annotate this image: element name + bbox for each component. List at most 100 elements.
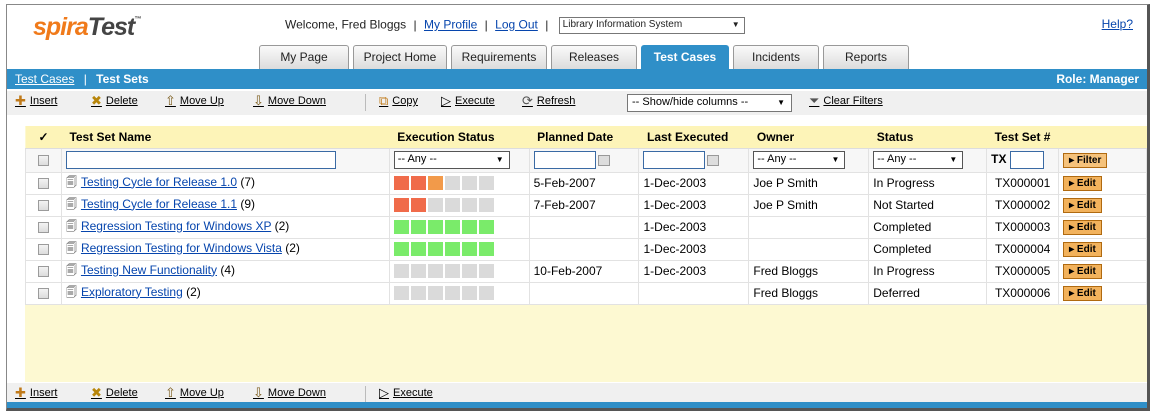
execution-status-segment bbox=[393, 242, 409, 256]
row-checkbox[interactable] bbox=[37, 266, 49, 278]
planned-date-cell bbox=[528, 215, 640, 239]
execution-status-segment bbox=[444, 242, 460, 256]
column-header-test-set-number[interactable]: Test Set # bbox=[986, 126, 1059, 149]
show-hide-columns-select[interactable]: -- Show/hide columns -- ▼ bbox=[627, 94, 792, 112]
test-set-name-link[interactable]: Testing Cycle for Release 1.1 bbox=[81, 197, 237, 211]
play-icon: ▷ bbox=[379, 385, 389, 400]
delete-button-bottom[interactable]: ✖ Delete bbox=[91, 386, 138, 399]
filter-button[interactable]: ▸ Filter bbox=[1063, 153, 1108, 168]
select-all-header[interactable]: ✓ bbox=[25, 126, 62, 149]
table-row[interactable]: 🗐 Testing Cycle for Release 1.0 (7) 5-Feb-… bbox=[25, 171, 1147, 195]
execution-status-segment bbox=[478, 176, 494, 190]
test-set-number-filter[interactable] bbox=[1009, 151, 1044, 169]
execution-status-segment bbox=[444, 264, 460, 278]
move-down-button-bottom[interactable]: ⇩ Move Down bbox=[253, 385, 326, 400]
move-up-button[interactable]: ⇧ Move Up bbox=[165, 94, 224, 107]
row-checkbox[interactable] bbox=[37, 178, 49, 190]
move-up-button-bottom[interactable]: ⇧ Move Up bbox=[165, 385, 224, 400]
funnel-icon: ⏷ bbox=[809, 93, 820, 108]
column-header-planned-date[interactable]: Planned Date bbox=[529, 126, 639, 149]
spiratest-logo[interactable]: spiraTest™ bbox=[33, 13, 141, 42]
delete-button[interactable]: ✖ Delete bbox=[91, 94, 138, 107]
select-all-checkbox[interactable] bbox=[37, 155, 49, 167]
execution-status-segment bbox=[427, 286, 443, 300]
column-header-last-executed[interactable]: Last Executed bbox=[638, 126, 749, 149]
execution-status-segment bbox=[444, 198, 460, 212]
test-set-name-link[interactable]: Testing New Functionality bbox=[81, 263, 217, 277]
test-set-name-link[interactable]: Regression Testing for Windows Vista bbox=[81, 241, 282, 255]
row-checkbox[interactable] bbox=[37, 222, 49, 234]
edit-button[interactable]: ▸ Edit bbox=[1063, 264, 1102, 279]
table-row[interactable]: 🗐 Testing Cycle for Release 1.1 (9) 7-Feb-… bbox=[25, 193, 1147, 217]
table-row[interactable]: 🗐 Exploratory Testing (2) Fred Bloggs Defer… bbox=[25, 281, 1147, 305]
execution-status-segment bbox=[393, 176, 409, 190]
column-header-name[interactable]: Test Set Name bbox=[61, 126, 390, 149]
status-filter[interactable]: -- Any -- ▼ bbox=[873, 151, 964, 169]
test-sets-table: ✓ Test Set Name Execution Status Planned… bbox=[25, 126, 1147, 305]
tab-incidents[interactable]: Incidents bbox=[733, 45, 819, 69]
refresh-button[interactable]: ⟳ Refresh bbox=[522, 93, 575, 108]
breadcrumb-test-cases-link[interactable]: Test Cases bbox=[15, 72, 74, 86]
arrow-down-icon: ⇩ bbox=[253, 385, 264, 400]
column-header-owner[interactable]: Owner bbox=[748, 126, 869, 149]
test-set-name-link[interactable]: Exploratory Testing bbox=[81, 285, 183, 299]
tab-my-page[interactable]: My Page bbox=[259, 45, 349, 69]
my-profile-link[interactable]: My Profile bbox=[424, 18, 477, 32]
breadcrumb: Test Cases | Test Sets bbox=[15, 72, 149, 86]
tab-project-home[interactable]: Project Home bbox=[353, 45, 447, 69]
refresh-icon: ⟳ bbox=[522, 93, 533, 108]
tab-requirements[interactable]: Requirements bbox=[451, 45, 547, 69]
edit-button[interactable]: ▸ Edit bbox=[1063, 176, 1102, 191]
tab-reports[interactable]: Reports bbox=[823, 45, 909, 69]
tab-test-cases[interactable]: Test Cases bbox=[641, 45, 729, 70]
table-row[interactable]: 🗐 Regression Testing for Windows Vista (2… bbox=[25, 237, 1147, 261]
clear-filters-button[interactable]: ⏷ Clear Filters bbox=[809, 93, 883, 108]
execution-status-segment bbox=[427, 264, 443, 278]
test-set-icon: 🗐 bbox=[65, 220, 77, 233]
execution-status-segment bbox=[444, 176, 460, 190]
table-row[interactable]: 🗐 Regression Testing for Windows XP (2) 1-… bbox=[25, 215, 1147, 239]
project-select[interactable]: Library Information System ▼ bbox=[558, 17, 745, 34]
test-case-count: (7) bbox=[240, 174, 256, 189]
owner-cell bbox=[748, 215, 870, 239]
planned-date-filter[interactable] bbox=[533, 151, 596, 169]
edit-button[interactable]: ▸ Edit bbox=[1063, 220, 1102, 235]
row-checkbox[interactable] bbox=[37, 200, 49, 212]
planned-date-cell: 10-Feb-2007 bbox=[528, 259, 640, 283]
log-out-link[interactable]: Log Out bbox=[495, 18, 538, 32]
calendar-icon[interactable] bbox=[707, 154, 720, 166]
insert-button[interactable]: ✚ Insert bbox=[15, 94, 57, 107]
name-filter-input[interactable] bbox=[65, 151, 336, 169]
column-header-status[interactable]: Status bbox=[868, 126, 987, 149]
row-checkbox[interactable] bbox=[37, 244, 49, 256]
edit-button[interactable]: ▸ Edit bbox=[1063, 242, 1102, 257]
test-sets-grid-area: ✓ Test Set Name Execution Status Planned… bbox=[25, 126, 1147, 382]
arrow-up-icon: ⇧ bbox=[165, 385, 176, 400]
table-row[interactable]: 🗐 Testing New Functionality (4) 10-Feb-200… bbox=[25, 259, 1147, 283]
chevron-down-icon: ▼ bbox=[777, 98, 785, 107]
insert-button-bottom[interactable]: ✚ Insert bbox=[15, 386, 57, 399]
move-down-button[interactable]: ⇩ Move Down bbox=[253, 94, 326, 107]
copy-button[interactable]: ⧉ Copy bbox=[379, 93, 418, 108]
copy-icon: ⧉ bbox=[379, 93, 389, 108]
status-cell: Completed bbox=[868, 215, 988, 239]
test-case-count: (4) bbox=[220, 262, 236, 277]
edit-button[interactable]: ▸ Edit bbox=[1063, 198, 1102, 213]
welcome-text: Welcome, Fred Bloggs bbox=[285, 17, 407, 32]
execute-button-bottom[interactable]: ▷ Execute bbox=[379, 385, 433, 400]
test-set-name-link[interactable]: Regression Testing for Windows XP bbox=[81, 219, 271, 233]
execute-button[interactable]: ▷ Execute bbox=[441, 94, 495, 107]
test-set-name-link[interactable]: Testing Cycle for Release 1.0 bbox=[81, 175, 237, 189]
calendar-icon[interactable] bbox=[597, 154, 610, 166]
help-link[interactable]: Help? bbox=[1102, 17, 1133, 31]
last-executed-filter[interactable] bbox=[643, 151, 706, 169]
execution-status-filter[interactable]: -- Any -- ▼ bbox=[393, 151, 510, 169]
row-checkbox[interactable] bbox=[37, 288, 49, 300]
owner-filter[interactable]: -- Any -- ▼ bbox=[753, 151, 846, 169]
chevron-down-icon: ▼ bbox=[949, 155, 958, 164]
edit-button[interactable]: ▸ Edit bbox=[1063, 286, 1102, 301]
tab-releases[interactable]: Releases bbox=[551, 45, 637, 69]
status-cell: Not Started bbox=[868, 193, 988, 217]
column-header-execution-status[interactable]: Execution Status bbox=[389, 126, 530, 149]
execution-status-segment bbox=[410, 220, 426, 234]
